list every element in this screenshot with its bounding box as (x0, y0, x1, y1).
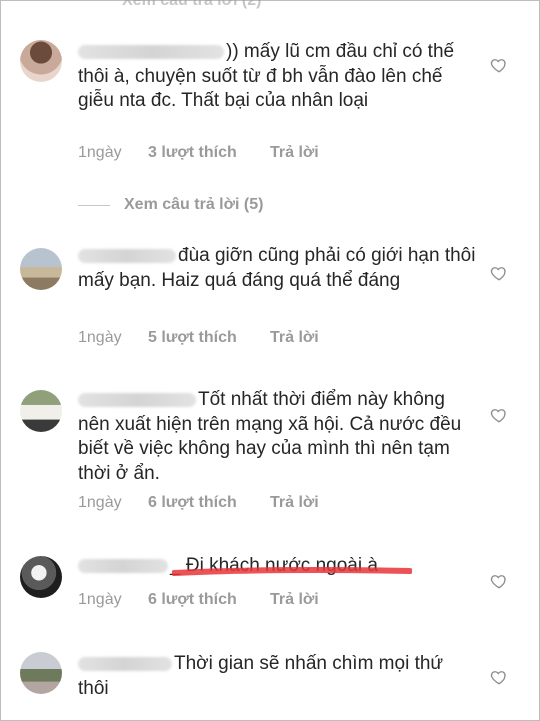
username-blurred[interactable] (78, 44, 224, 59)
red-highlight-underline (172, 566, 412, 576)
comment-meta: 1ngày 5 lượt thích Trả lời (78, 329, 319, 347)
username-blurred[interactable] (78, 248, 176, 263)
view-replies-link[interactable]: Xem câu trả lời (5) (78, 196, 263, 214)
heart-outline-icon[interactable] (490, 56, 508, 74)
comment-time: 1ngày (78, 144, 122, 161)
username-blurred[interactable] (78, 656, 172, 671)
comment-text: Tốt nhất thời điểm này không nên xuất hi… (78, 388, 478, 486)
avatar[interactable] (20, 652, 62, 694)
heart-outline-icon[interactable] (490, 572, 508, 590)
heart-outline-icon[interactable] (490, 264, 508, 282)
reply-button[interactable]: Trả lời (270, 494, 319, 512)
comment-meta: 1ngày 6 lượt thích Trả lời (78, 494, 319, 512)
avatar[interactable] (20, 556, 62, 598)
reply-button[interactable]: Trả lời (270, 591, 319, 609)
heart-outline-icon[interactable] (490, 668, 508, 686)
like-count[interactable]: 3 lượt thích (148, 144, 270, 162)
like-count[interactable]: 5 lượt thích (148, 329, 270, 347)
view-replies-link-top[interactable]: Xem câu trả lời (2) (122, 0, 261, 10)
comment-meta: 1ngày 3 lượt thích Trả lời (78, 144, 319, 162)
view-replies-label: Xem câu trả lời (5) (124, 196, 264, 213)
like-count[interactable]: 6 lượt thích (148, 494, 270, 512)
avatar[interactable] (20, 40, 62, 82)
comment-text: Thời gian sẽ nhấn chìm mọi thứ thôi (78, 652, 478, 701)
avatar[interactable] (20, 390, 62, 432)
comment-time: 1ngày (78, 329, 122, 346)
divider-line (78, 204, 110, 206)
avatar[interactable] (20, 248, 62, 290)
username-blurred[interactable] (78, 392, 196, 407)
comment-meta: 1ngày 6 lượt thích Trả lời (78, 591, 319, 609)
comment-text: đùa giỡn cũng phải có giới hạn thôi mấy … (78, 244, 478, 293)
like-count[interactable]: 6 lượt thích (148, 591, 270, 609)
heart-outline-icon[interactable] (490, 406, 508, 424)
reply-button[interactable]: Trả lời (270, 144, 319, 162)
comment-time: 1ngày (78, 494, 122, 511)
comment-time: 1ngày (78, 591, 122, 608)
comment-text: )) mấy lũ cm đầu chỉ có thế thôi à, chuy… (78, 40, 478, 114)
username-blurred[interactable] (78, 558, 168, 573)
reply-button[interactable]: Trả lời (270, 329, 319, 347)
